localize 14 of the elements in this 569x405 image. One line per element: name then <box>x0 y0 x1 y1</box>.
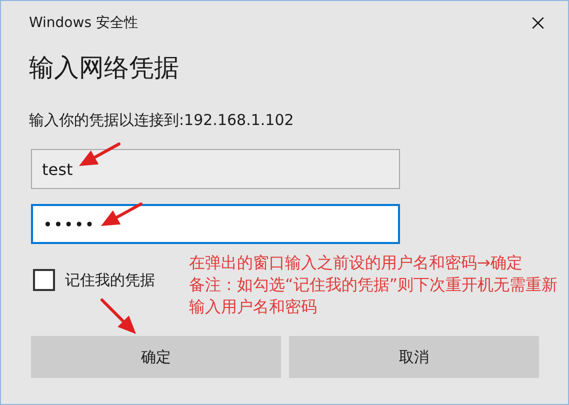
window-title: Windows 安全性 <box>29 14 138 32</box>
arrow <box>79 142 120 166</box>
username-field[interactable]: test <box>31 149 400 189</box>
annotation-text: 在弹出的窗口输入之前设的用户名和密码→确定 <box>189 252 524 274</box>
cancel-button[interactable]: 取消 <box>289 336 539 378</box>
checkbox-label: 记住我的凭据 <box>65 270 155 291</box>
annotation-text: 备注：如勾选“记住我的凭据”则下次重开机无需重新输入用户名和密码 <box>189 274 559 318</box>
arrow <box>100 298 136 334</box>
dialog-heading: 输入网络凭据 <box>28 52 180 84</box>
prompt-text: 输入你的凭据以连接到:192.168.1.102 <box>28 110 295 130</box>
ok-button[interactable]: 确定 <box>31 336 281 378</box>
password-field[interactable]: ••••• <box>31 204 400 244</box>
checkbox[interactable] <box>33 269 55 292</box>
arrow <box>101 202 142 226</box>
